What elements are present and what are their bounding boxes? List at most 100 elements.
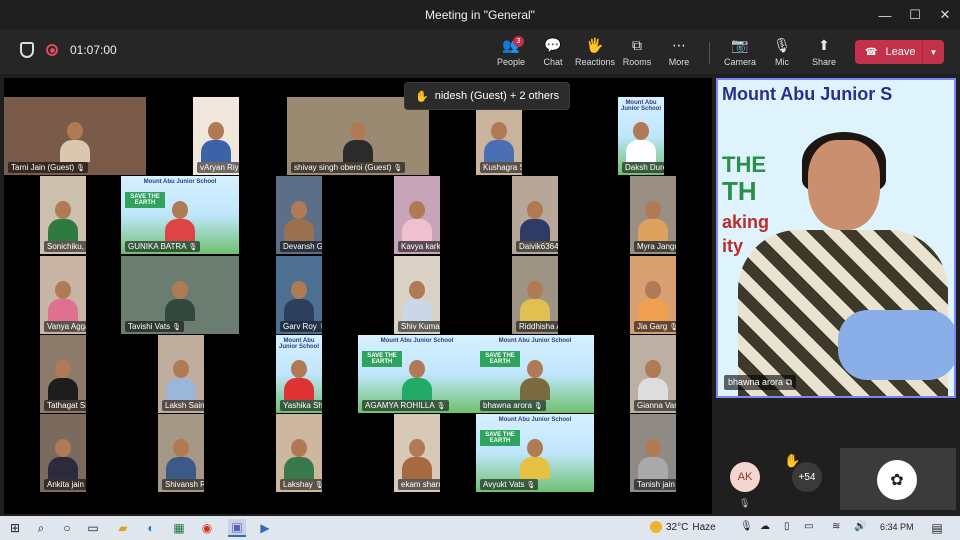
participant-tile[interactable]: Sonichiku, Aaditya🎙	[40, 176, 86, 254]
participant-tile[interactable]: Myra Jangra🎙	[630, 176, 676, 254]
more-label: More	[668, 57, 690, 67]
participant-face	[173, 359, 189, 378]
participant-name: bhawna arora	[483, 401, 532, 410]
share-icon: ⬆	[818, 37, 830, 53]
windows-start-icon[interactable]: ⊞	[6, 519, 24, 537]
chat-button[interactable]: 💬 Chat	[531, 36, 575, 70]
reactions-button[interactable]: 🖐 Reactions	[573, 36, 617, 70]
participant-tile[interactable]: Vanya Aggarwal🎙	[40, 256, 86, 334]
file-explorer-icon[interactable]: ▰	[114, 519, 132, 537]
camera-off-icon: 📷	[731, 37, 749, 53]
participant-name: Devansh Gupta	[283, 242, 322, 251]
participant-tile[interactable]: ekam sharma🎙	[394, 414, 440, 492]
search-icon[interactable]: ⌕	[32, 519, 50, 537]
participant-body	[343, 139, 373, 162]
mic-tray-icon[interactable]: 🎙	[740, 521, 753, 532]
participant-face	[55, 438, 71, 457]
mic-icon: 🎙	[533, 403, 543, 410]
participant-name-label: Yashika Sharma🎙	[280, 400, 322, 411]
media-app-icon[interactable]: ▶	[256, 519, 274, 537]
participant-tile[interactable]: Mount Abu Junior School SAVE THE EARTH bha…	[476, 335, 594, 413]
excel-icon[interactable]: ▦	[170, 519, 188, 537]
battery-icon[interactable]: ▭	[804, 521, 813, 532]
self-view[interactable]: ✿	[840, 448, 956, 510]
participant-body	[638, 377, 668, 400]
task-view-icon[interactable]: ▭	[84, 519, 102, 537]
participant-tile[interactable]: Tathagat Shom🎙	[40, 335, 86, 413]
participant-name-label: Sonichiku, Aaditya🎙	[44, 241, 86, 252]
leave-options-chevron-icon[interactable]: ▼	[922, 40, 944, 64]
participant-body	[520, 377, 550, 400]
mic-icon: 🎙	[773, 37, 791, 53]
device-icon[interactable]: ▯	[784, 521, 790, 532]
participant-tile[interactable]: Mount Abu Junior School SAVE THE EARTH Avy…	[476, 414, 594, 492]
participant-face	[55, 200, 71, 219]
participant-tile[interactable]: Tarni Jain (Guest) 🎙	[4, 97, 146, 175]
participant-tile[interactable]: Riddhisha Anand🎙	[512, 256, 558, 334]
rooms-label: Rooms	[622, 57, 652, 67]
raised-hands-notice[interactable]: ✋ nidesh (Guest) + 2 others	[404, 82, 571, 110]
participant-tile[interactable]: Ankita jain🎙	[40, 414, 86, 492]
participant-name: Riddhisha Anand	[519, 322, 558, 331]
participant-tile[interactable]: Mount Abu Junior School Yashika Sharma🎙	[276, 335, 322, 413]
participant-tile[interactable]: Gianna Varghese🎙	[630, 335, 676, 413]
minimize-button[interactable]: —	[870, 0, 900, 30]
participant-tile[interactable]: Mount Abu Junior School Daksh Dureja🎙	[618, 97, 664, 175]
participant-tile[interactable]: Mount Abu Junior School SAVE THE EARTH AGA…	[358, 335, 476, 413]
more-participants-button[interactable]: +54	[792, 462, 822, 492]
spotlight-poster-line2: TH	[722, 176, 757, 206]
participant-name: AGAMYA ROHILLA	[365, 401, 435, 410]
participant-name-label: Tathagat Shom🎙	[44, 400, 86, 411]
system-clock[interactable]: 6:34 PM	[880, 522, 914, 532]
participant-name-label: Shivansh Rajput🎙	[162, 479, 204, 490]
notifications-icon[interactable]: ▤	[928, 519, 946, 537]
participant-face	[172, 200, 188, 219]
cloud-icon[interactable]: ☁	[760, 521, 770, 532]
edge-icon[interactable]: ◐	[142, 519, 160, 537]
mic-button[interactable]: 🎙 Mic	[760, 36, 804, 70]
cortana-icon[interactable]: ○	[58, 519, 76, 537]
chrome-icon[interactable]: ◉	[198, 519, 216, 537]
participant-tile[interactable]: Mount Abu Junior School SAVE THE EARTH GUN…	[121, 176, 239, 254]
leave-button[interactable]: ☎ Leave ▼	[855, 40, 944, 64]
close-button[interactable]: ✕	[930, 0, 960, 30]
participant-tile[interactable]: Tanish jain🎙	[630, 414, 676, 492]
participant-name: ekam sharma	[401, 480, 440, 489]
shield-icon[interactable]	[20, 42, 34, 58]
participant-tile[interactable]: Lakshay 🎙	[276, 414, 322, 492]
wifi-icon[interactable]: ≋	[832, 521, 840, 532]
participant-face	[291, 200, 307, 219]
participant-tile[interactable]: Kavya karki🎙	[394, 176, 440, 254]
participant-name: Shiv Kumar arora	[401, 322, 440, 331]
participant-tile[interactable]: Shivansh Rajput🎙	[158, 414, 204, 492]
participant-tile[interactable]: Shiv Kumar arora🎙	[394, 256, 440, 334]
participant-name: Sonichiku, Aaditya	[47, 242, 86, 251]
presenter-cloth	[838, 310, 954, 380]
participant-tile[interactable]: Jia Garg 🎙	[630, 256, 676, 334]
people-icon: 👥	[502, 37, 520, 53]
participant-tile[interactable]: Daivik6364🎙	[512, 176, 558, 254]
participant-body	[60, 139, 90, 162]
avatar[interactable]: AK	[730, 462, 760, 492]
maximize-button[interactable]: ☐	[900, 0, 930, 30]
participant-tile[interactable]: vAryan Riyal🎙	[193, 97, 239, 175]
participant-tile[interactable]: Devansh Gupta🎙	[276, 176, 322, 254]
participant-name: Daksh Dureja	[625, 163, 664, 172]
people-button[interactable]: 👥 3 People	[489, 36, 533, 70]
participant-tile[interactable]: Garv Roy🎙	[276, 256, 322, 334]
participant-tile[interactable]: Tavishi Vats 🎙	[121, 256, 239, 334]
participant-face	[173, 438, 189, 457]
rooms-button[interactable]: ⧉ Rooms	[615, 36, 659, 70]
weather-widget[interactable]: 32°C Haze	[650, 521, 716, 533]
volume-icon[interactable]: 🔊	[854, 521, 866, 532]
more-button[interactable]: ⋯ More	[657, 36, 701, 70]
participant-body	[284, 298, 314, 321]
teams-icon[interactable]: ▣	[228, 519, 246, 537]
share-button[interactable]: ⬆ Share	[802, 36, 846, 70]
participant-name-label: Gianna Varghese🎙	[634, 400, 676, 411]
camera-button[interactable]: 📷 Camera	[718, 36, 762, 70]
spotlight-video[interactable]: Mount Abu Junior S THE TH aking ity bhaw…	[716, 78, 956, 398]
participant-tile[interactable]: Laksh Saini🎙	[158, 335, 204, 413]
reactions-label: Reactions	[574, 57, 616, 67]
participant-face	[633, 121, 649, 140]
